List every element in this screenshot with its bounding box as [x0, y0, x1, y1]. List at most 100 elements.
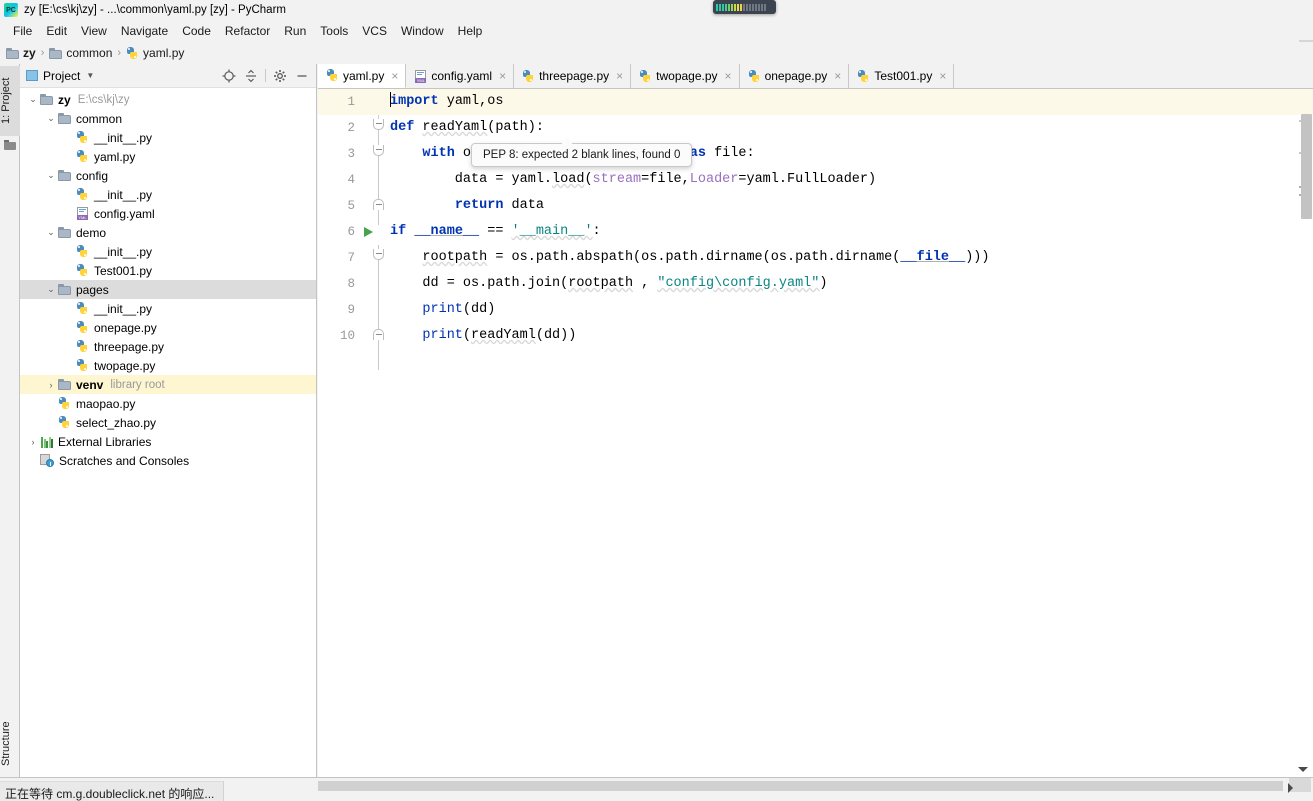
close-icon[interactable]: ×	[834, 70, 841, 82]
python-file-icon	[76, 359, 89, 372]
inspection-tooltip: PEP 8: expected 2 blank lines, found 0	[471, 137, 693, 167]
breadcrumb-separator-icon: ›	[117, 47, 122, 59]
locate-target-icon[interactable]	[219, 67, 239, 85]
menu-vcs[interactable]: VCS	[355, 23, 394, 39]
menu-code[interactable]: Code	[175, 23, 218, 39]
fold-marker-end-def[interactable]	[373, 199, 384, 210]
editor-tab-test001-py[interactable]: Test001.py ×	[849, 64, 955, 88]
editor-tab-threepage-py[interactable]: threepage.py ×	[514, 64, 632, 88]
left-tool-strip: 1: Project Structure	[0, 64, 20, 777]
fold-marker-def[interactable]	[373, 119, 384, 130]
chevron-down-icon[interactable]: ⌄	[44, 170, 58, 181]
menu-view[interactable]: View	[74, 23, 114, 39]
tree-item-select-zhao-py[interactable]: select_zhao.py	[20, 413, 316, 432]
code-editor[interactable]: 1 2 3 4 5 6 7 8 9 10 import yaml,os def readYaml(…	[318, 89, 1313, 801]
code-line-10[interactable]: print(readYaml(dd))	[386, 323, 1313, 349]
chevron-down-icon[interactable]: ⌄	[44, 113, 58, 124]
settings-gear-icon[interactable]	[270, 67, 290, 85]
scratches-icon	[40, 454, 54, 467]
menu-navigate[interactable]: Navigate	[114, 23, 175, 39]
menu-help[interactable]: Help	[451, 23, 490, 39]
editor-tab-onepage-py[interactable]: onepage.py ×	[739, 64, 850, 88]
tree-item-common[interactable]: ⌄ common	[20, 109, 316, 128]
close-icon[interactable]: ×	[616, 70, 623, 82]
tree-item-label: config	[76, 168, 109, 183]
tool-window-button-project[interactable]: 1: Project	[0, 66, 20, 136]
code-line-4[interactable]: data = yaml.load(stream=file,Loader=yaml…	[386, 167, 1313, 193]
menu-refactor[interactable]: Refactor	[218, 23, 277, 39]
editor-tab-twopage-py[interactable]: twopage.py ×	[631, 64, 740, 88]
collapse-all-icon[interactable]	[241, 67, 261, 85]
close-icon[interactable]: ×	[391, 70, 398, 82]
chevron-right-icon[interactable]: ›	[44, 380, 58, 390]
tree-item-label: onepage.py	[94, 320, 157, 335]
code-line-8[interactable]: dd = os.path.join(rootpath , "config\con…	[386, 271, 1313, 297]
tree-item-twopage-py[interactable]: twopage.py	[20, 356, 316, 375]
scroll-right-arrow-icon[interactable]	[1288, 783, 1293, 793]
tree-item-scratches-and-consoles[interactable]: Scratches and Consoles	[20, 451, 316, 470]
scroll-down-arrow-icon[interactable]	[1298, 767, 1308, 772]
tree-item-onepage-py[interactable]: onepage.py	[20, 318, 316, 337]
tree-item-config-yaml[interactable]: YML config.yaml	[20, 204, 316, 223]
editor-tab-yaml-py[interactable]: yaml.py ×	[318, 64, 407, 88]
tree-item-zy[interactable]: ⌄ zy E:\cs\kj\zy	[20, 90, 316, 109]
hscroll-track[interactable]	[318, 781, 1283, 791]
code-line-5[interactable]: return data	[386, 193, 1313, 219]
editor-vertical-scrollbar[interactable]	[1299, 114, 1313, 801]
close-icon[interactable]: ×	[725, 70, 732, 82]
chevron-down-icon[interactable]: ⌄	[26, 94, 40, 105]
fold-marker-end-if[interactable]	[373, 329, 384, 340]
breadcrumb-item-zy[interactable]: zy	[6, 46, 36, 60]
tree-item-maopao-py[interactable]: maopao.py	[20, 394, 316, 413]
tree-item-label: __init__.py	[94, 187, 153, 202]
pycharm-window: zy [E:\cs\kj\zy] - ...\common\yaml.py [z…	[0, 0, 1313, 801]
tree-item--init-py[interactable]: __init__.py	[20, 299, 316, 318]
chevron-right-icon[interactable]: ›	[26, 437, 40, 447]
scrollbar-thumb[interactable]	[1301, 114, 1312, 219]
tree-item-label: maopao.py	[76, 396, 136, 411]
hide-panel-icon[interactable]	[292, 67, 312, 85]
fold-marker-if[interactable]	[373, 249, 384, 260]
tree-item-pages[interactable]: ⌄ pages	[20, 280, 316, 299]
chevron-down-icon[interactable]: ▼	[86, 71, 94, 80]
code-text-region[interactable]: import yaml,os def readYaml(path): with …	[386, 89, 1313, 777]
close-icon[interactable]: ×	[499, 70, 506, 82]
code-line-6[interactable]: if __name__ == '__main__':	[386, 219, 1313, 245]
code-line-7[interactable]: rootpath = os.path.abspath(os.path.dirna…	[386, 245, 1313, 271]
code-line-9[interactable]: print(dd)	[386, 297, 1313, 323]
tree-item-subtext: library root	[110, 378, 165, 391]
menu-tools[interactable]: Tools	[313, 23, 355, 39]
fold-marker-with[interactable]	[373, 145, 384, 156]
tree-item-demo[interactable]: ⌄ demo	[20, 223, 316, 242]
tool-window-button-structure[interactable]: Structure	[0, 713, 20, 775]
menu-file[interactable]: File	[6, 23, 39, 39]
editor-tab-config-yaml[interactable]: YML config.yaml ×	[406, 64, 515, 88]
tree-item-test001-py[interactable]: Test001.py	[20, 261, 316, 280]
menu-run[interactable]: Run	[277, 23, 313, 39]
close-icon[interactable]: ×	[939, 70, 946, 82]
breadcrumb-item-yamlpy[interactable]: yaml.py	[126, 46, 184, 60]
chevron-down-icon[interactable]: ⌄	[44, 227, 58, 238]
code-line-2[interactable]: def readYaml(path):	[386, 115, 1313, 141]
tree-item-venv[interactable]: › venv library root	[20, 375, 316, 394]
editor-gutter[interactable]: 1 2 3 4 5 6 7 8 9 10	[318, 89, 386, 777]
tree-item-config[interactable]: ⌄ config	[20, 166, 316, 185]
menu-edit[interactable]: Edit	[39, 23, 74, 39]
tree-item--init-py[interactable]: __init__.py	[20, 128, 316, 147]
tree-item-label: config.yaml	[94, 206, 155, 221]
fold-column[interactable]	[372, 89, 386, 777]
tooltip-text: PEP 8: expected 2 blank lines, found 0	[483, 149, 681, 161]
code-line-1[interactable]: import yaml,os	[386, 89, 1313, 115]
tree-item--init-py[interactable]: __init__.py	[20, 185, 316, 204]
folder-icon	[58, 379, 71, 390]
menu-window[interactable]: Window	[394, 23, 451, 39]
breadcrumb-item-common[interactable]: common	[49, 46, 112, 60]
tree-item-label: pages	[76, 282, 109, 297]
performance-meter-widget[interactable]	[713, 0, 776, 14]
tree-item-threepage-py[interactable]: threepage.py	[20, 337, 316, 356]
chevron-down-icon[interactable]: ⌄	[44, 284, 58, 295]
tree-item-yaml-py[interactable]: yaml.py	[20, 147, 316, 166]
tree-item-external-libraries[interactable]: › External Libraries	[20, 432, 316, 451]
tree-item--init-py[interactable]: __init__.py	[20, 242, 316, 261]
project-tree: ⌄ zy E:\cs\kj\zy ⌄ common __init__.py yaml.py ⌄…	[20, 88, 316, 777]
